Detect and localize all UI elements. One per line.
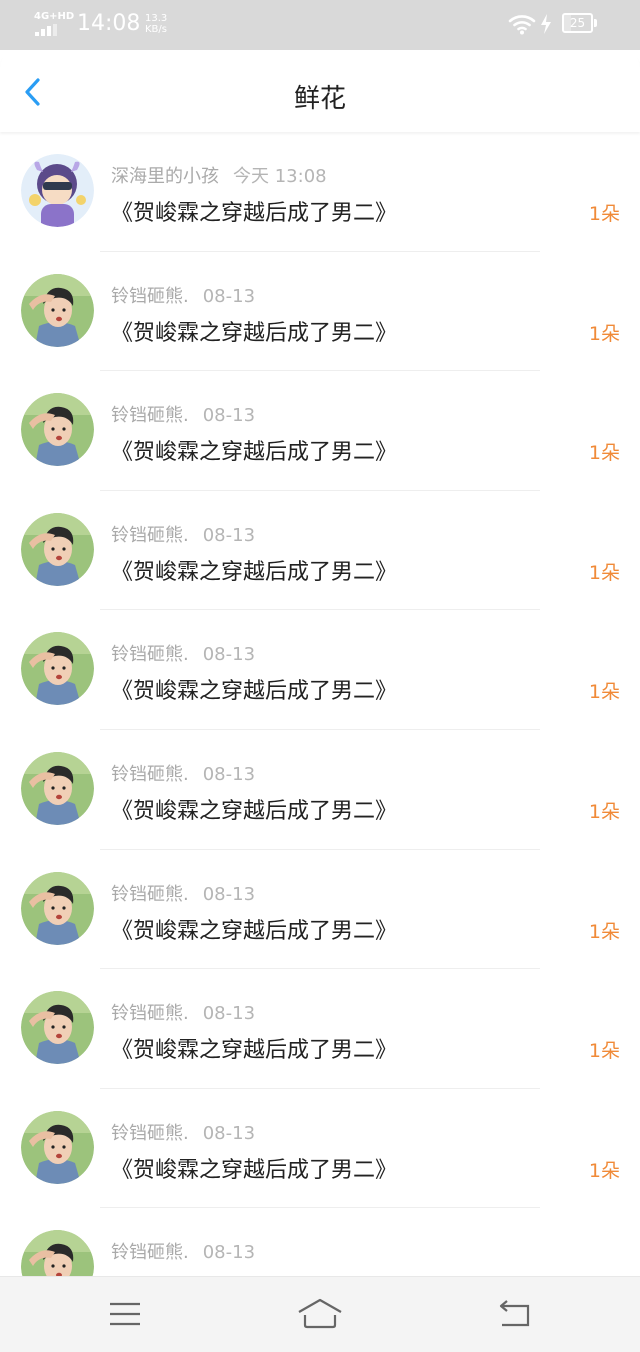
avatar[interactable] (21, 871, 94, 945)
row-meta: 铃铛砸熊. 08-13 (111, 999, 255, 1025)
avatar-image (21, 1110, 94, 1184)
timestamp: 今天 13:08 (233, 166, 327, 187)
list-item[interactable]: 铃铛砸熊. 08-13 《贺峻霖之穿越后成了男二》 1朵 (0, 730, 640, 850)
book-title-link[interactable]: 《贺峻霖之穿越后成了男二》 (111, 793, 397, 825)
wifi-icon (508, 13, 536, 39)
avatar[interactable] (21, 273, 94, 347)
list-item[interactable]: 深海里的小孩 今天 13:08 《贺峻霖之穿越后成了男二》 1朵 (0, 132, 640, 252)
avatar-image (21, 871, 94, 945)
timestamp: 08-13 (202, 1003, 256, 1025)
username: 铃铛砸熊. (111, 405, 189, 427)
network-speed: 13.3 KB/s (145, 13, 167, 35)
system-nav-bar (0, 1276, 640, 1352)
avatar[interactable] (21, 512, 94, 586)
network-type: 4G+HD (34, 11, 75, 22)
row-meta: 铃铛砸熊. 08-13 (111, 282, 255, 308)
book-title-link[interactable]: 《贺峻霖之穿越后成了男二》 (111, 913, 397, 945)
menu-button[interactable] (100, 1295, 150, 1335)
username: 铃铛砸熊. (111, 1122, 189, 1144)
back-icon (499, 1300, 530, 1327)
row-meta: 铃铛砸熊. 08-13 (111, 521, 255, 547)
timestamp: 08-13 (202, 405, 256, 427)
username: 铃铛砸熊. (111, 524, 189, 546)
flower-count: 1朵 (588, 322, 620, 345)
username: 铃铛砸熊. (111, 644, 189, 666)
book-title-link[interactable]: 《贺峻霖之穿越后成了男二》 (111, 1152, 397, 1184)
timestamp: 08-13 (202, 644, 256, 666)
avatar-image (21, 991, 94, 1065)
signal-icon (35, 24, 61, 36)
flower-count: 1朵 (588, 442, 620, 465)
avatar[interactable] (21, 991, 94, 1065)
timestamp: 08-13 (202, 1122, 256, 1144)
clock: 14:08 (77, 11, 141, 36)
flower-count: 1朵 (588, 920, 620, 943)
status-bar: 4G+HD 14:08 13.3 KB/s 25 (0, 0, 640, 50)
list-item[interactable]: 铃铛砸熊. 08-13 《贺峻霖之穿越后成了男二》 1朵 (0, 371, 640, 491)
book-title-link[interactable]: 《贺峻霖之穿越后成了男二》 (111, 673, 397, 705)
timestamp: 08-13 (202, 883, 256, 905)
book-title-link[interactable]: 《贺峻霖之穿越后成了男二》 (111, 195, 397, 227)
charging-icon (540, 14, 552, 38)
page-title: 鲜花 (293, 84, 346, 114)
row-meta: 铃铛砸熊. 08-13 (111, 640, 255, 666)
book-title-link[interactable]: 《贺峻霖之穿越后成了男二》 (111, 554, 397, 586)
avatar-image (21, 154, 94, 227)
book-title-link[interactable]: 《贺峻霖之穿越后成了男二》 (111, 1032, 397, 1064)
row-meta: 铃铛砸熊. 08-13 (111, 880, 255, 906)
username: 深海里的小孩 (111, 166, 219, 187)
flower-count: 1朵 (588, 203, 620, 225)
list-item[interactable]: 铃铛砸熊. 08-13 《贺峻霖之穿越后成了男二》 1朵 (0, 969, 640, 1089)
row-meta: 铃铛砸熊. 08-13 (111, 760, 255, 786)
home-icon (298, 1298, 342, 1329)
flower-count: 1朵 (588, 1159, 620, 1182)
top-bar: 鲜花 (0, 50, 640, 132)
battery-icon: 25 (562, 13, 593, 33)
row-meta: 深海里的小孩 今天 13:08 (111, 162, 327, 188)
username: 铃铛砸熊. (111, 1003, 189, 1025)
flower-count: 1朵 (588, 1040, 620, 1063)
avatar[interactable] (21, 1110, 94, 1184)
battery-level: 25 (569, 16, 586, 30)
row-meta: 铃铛砸熊. 08-13 (111, 1119, 255, 1145)
avatar[interactable] (21, 632, 94, 706)
flower-count: 1朵 (588, 681, 620, 704)
system-back-button[interactable] (490, 1295, 540, 1335)
username: 铃铛砸熊. (111, 285, 189, 307)
timestamp: 08-13 (202, 1242, 256, 1264)
row-meta: 铃铛砸熊. 08-13 (111, 401, 255, 427)
menu-icon (110, 1302, 140, 1326)
flower-count: 1朵 (588, 800, 620, 823)
network-speed-unit: KB/s (145, 24, 167, 35)
list-item[interactable]: 铃铛砸熊. 08-13 《贺峻霖之穿越后成了男二》 1朵 (0, 252, 640, 372)
book-title-link[interactable]: 《贺峻霖之穿越后成了男二》 (111, 434, 397, 466)
username: 铃铛砸熊. (111, 883, 189, 905)
network-speed-value: 13.3 (145, 13, 168, 24)
list-item[interactable]: 铃铛砸熊. 08-13 《贺峻霖之穿越后成了男二》 1朵 (0, 491, 640, 611)
username: 铃铛砸熊. (111, 1242, 189, 1264)
timestamp: 08-13 (202, 524, 256, 546)
username: 铃铛砸熊. (111, 763, 189, 785)
avatar-image (21, 632, 94, 706)
home-button[interactable] (295, 1295, 345, 1335)
avatar[interactable] (21, 751, 94, 825)
flower-list: 深海里的小孩 今天 13:08 《贺峻霖之穿越后成了男二》 1朵 铃铛砸熊. 08-13 《… (0, 132, 640, 1328)
avatar-image (21, 512, 94, 586)
avatar[interactable] (21, 154, 94, 227)
avatar-image (21, 751, 94, 825)
row-meta: 铃铛砸熊. 08-13 (111, 1238, 255, 1264)
battery-cap (594, 19, 597, 27)
timestamp: 08-13 (202, 285, 256, 307)
list-item[interactable]: 铃铛砸熊. 08-13 《贺峻霖之穿越后成了男二》 1朵 (0, 610, 640, 730)
avatar-image (21, 393, 94, 467)
timestamp: 08-13 (202, 763, 256, 785)
list-item[interactable]: 铃铛砸熊. 08-13 《贺峻霖之穿越后成了男二》 1朵 (0, 1089, 640, 1209)
flower-count: 1朵 (588, 561, 620, 584)
avatar[interactable] (21, 393, 94, 467)
avatar-image (21, 273, 94, 347)
book-title-link[interactable]: 《贺峻霖之穿越后成了男二》 (111, 315, 397, 347)
list-item[interactable]: 铃铛砸熊. 08-13 《贺峻霖之穿越后成了男二》 1朵 (0, 850, 640, 970)
